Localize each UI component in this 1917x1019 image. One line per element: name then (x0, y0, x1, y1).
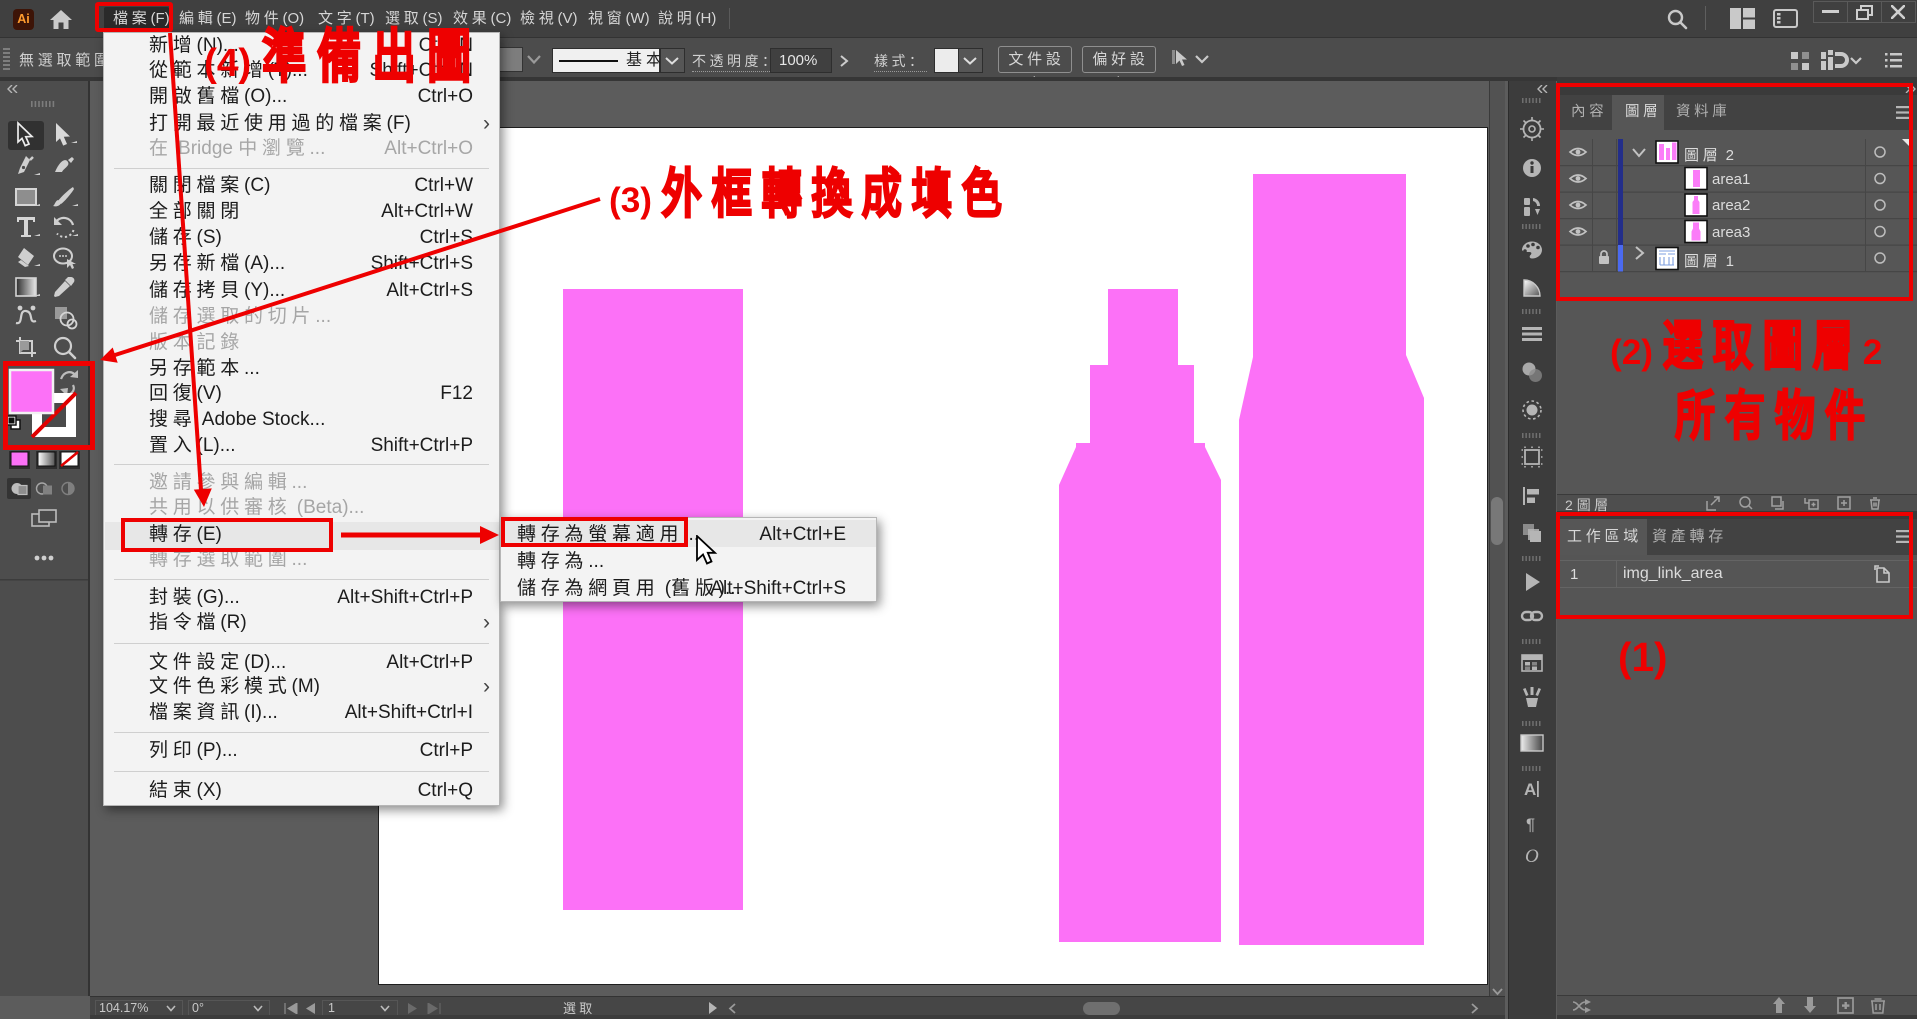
svg-text:¶: ¶ (1526, 815, 1535, 834)
svg-text:O: O (1525, 846, 1539, 867)
svg-text:A: A (1524, 780, 1536, 799)
